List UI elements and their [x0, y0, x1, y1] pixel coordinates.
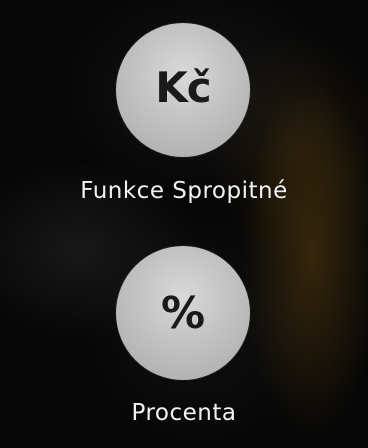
- koruna-currency-icon: Kč: [155, 63, 211, 112]
- option-percent[interactable]: % Procenta: [0, 244, 368, 434]
- watch-screen: Kč Funkce Spropitné % Procenta: [0, 0, 368, 448]
- tip-function-label: Funkce Spropitné: [80, 178, 288, 204]
- percent-button[interactable]: %: [116, 246, 250, 380]
- tip-function-button[interactable]: Kč: [116, 23, 250, 157]
- percent-icon: %: [160, 288, 206, 339]
- option-tip-function[interactable]: Kč Funkce Spropitné: [0, 23, 368, 213]
- percent-label: Procenta: [131, 400, 237, 426]
